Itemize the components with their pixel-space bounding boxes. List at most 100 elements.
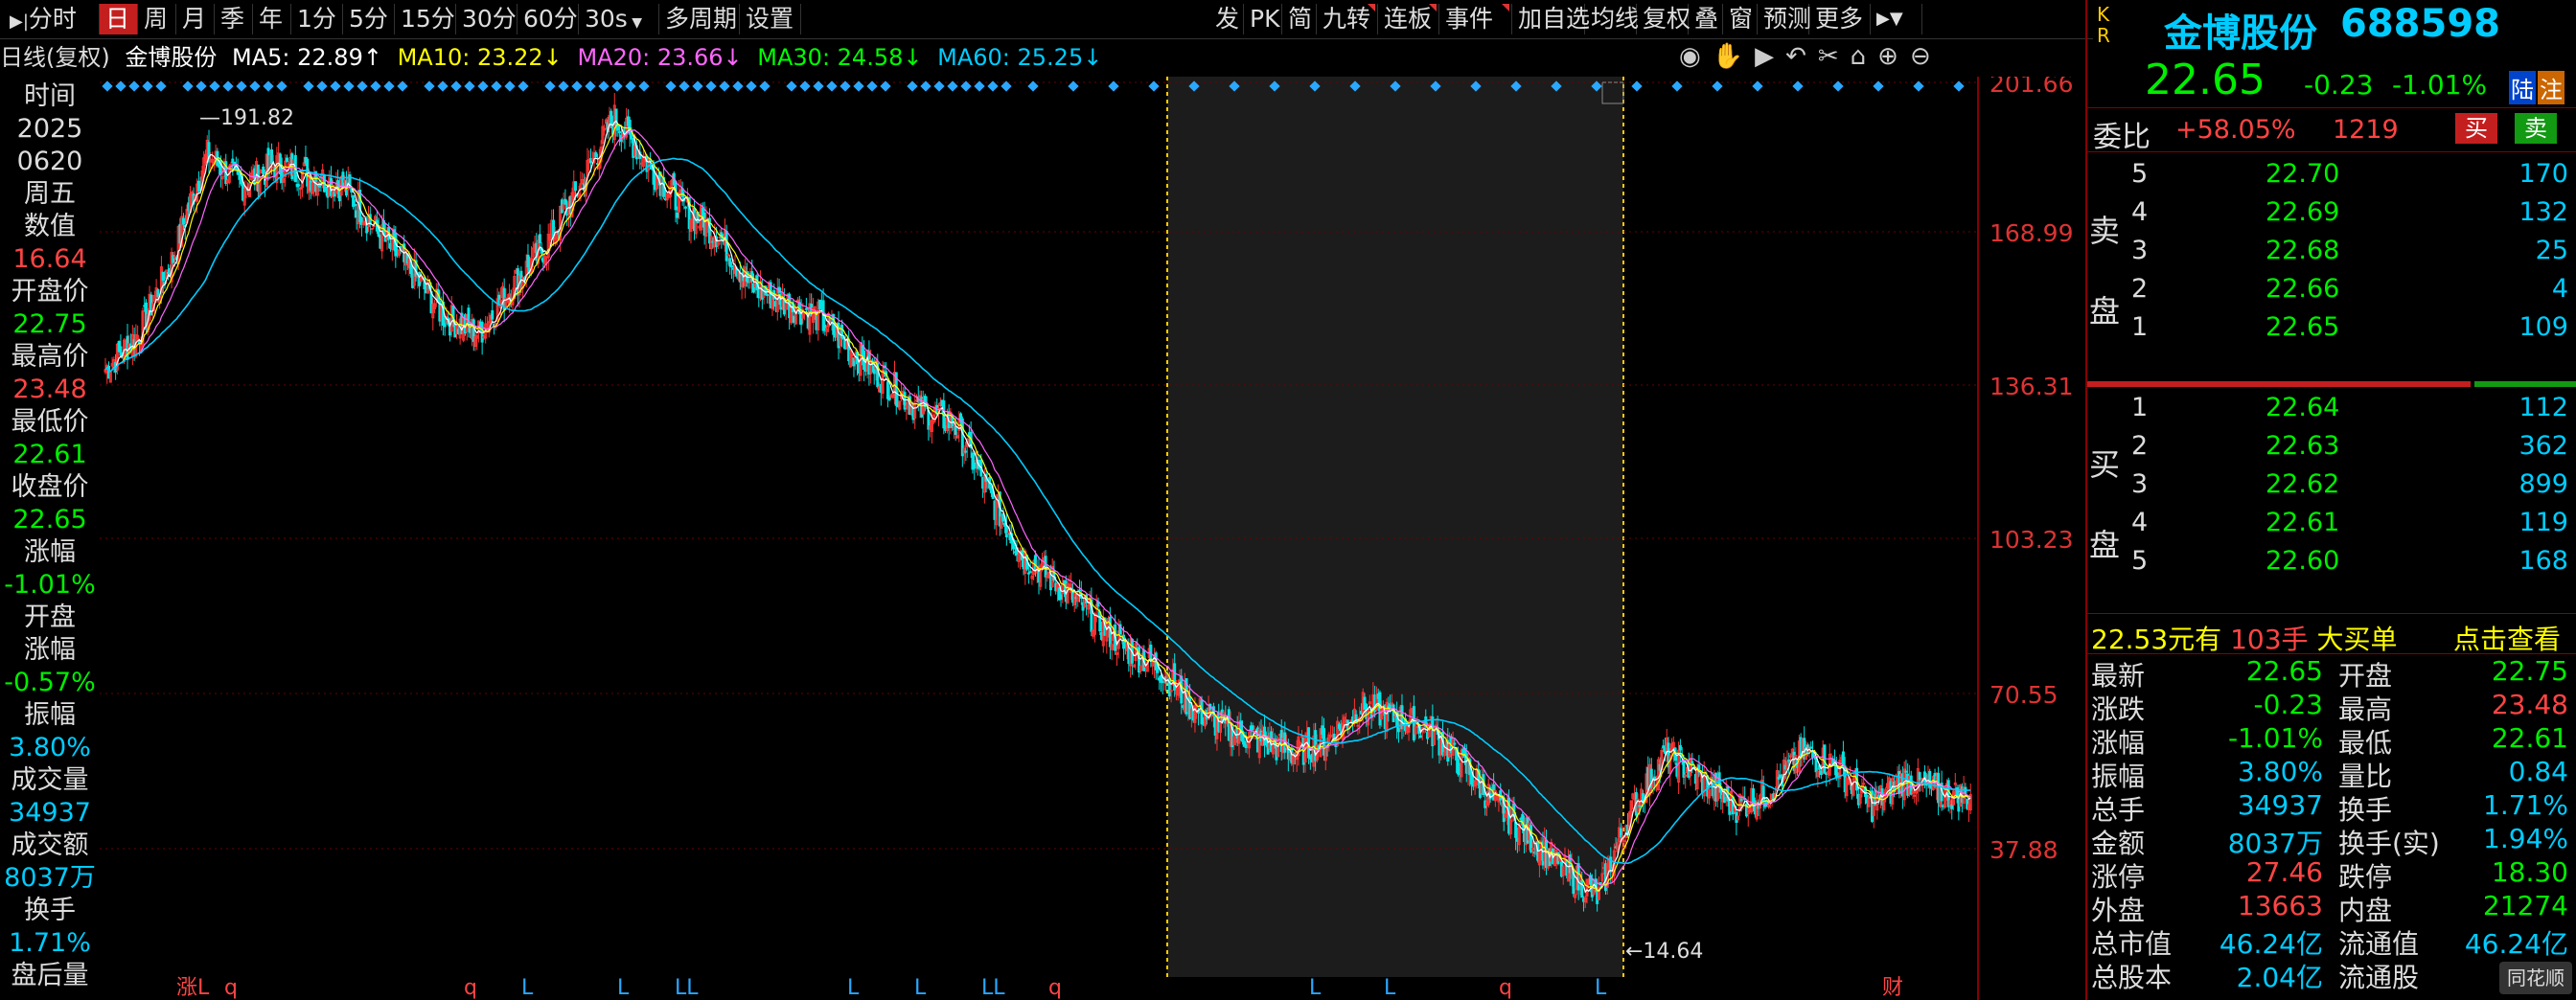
toolbar-btn-label: 均线 (1591, 5, 1640, 33)
zoom-in-icon[interactable]: ⊕ (1877, 42, 1910, 71)
toolbar-btn-12[interactable]: 多周期 (659, 4, 740, 34)
signal-diamond-icon (209, 80, 220, 92)
bids-level-row[interactable]: 3 22.62 899 (2087, 469, 2576, 506)
stat-v2: 1.71% (2483, 789, 2568, 821)
toolbar-btn-label: 简 (1288, 5, 1313, 33)
asks-price: 22.68 (2266, 236, 2340, 265)
signal-diamond-icon (853, 80, 864, 92)
event-marker-icon: L (1309, 976, 1322, 1000)
toolbar-btn-1[interactable]: 日 (100, 4, 138, 34)
stat-v: 22.65 (2245, 655, 2323, 687)
toolbar-btn-11[interactable]: 30s ▼ (579, 4, 659, 34)
asks-level-row[interactable]: 3 22.68 25 (2087, 236, 2576, 272)
stat-v: 13663 (2237, 890, 2323, 921)
toolbar-btn-2[interactable]: 周 (138, 4, 176, 34)
weibi-label: 委比 (2093, 121, 2150, 154)
toolbar-right-btn-3[interactable]: 九转 (1317, 4, 1378, 34)
info-panel-row: 成交额 (11, 830, 89, 860)
asks-level-row[interactable]: 4 22.69 132 (2087, 197, 2576, 234)
toolbar-btn-label: 多周期 (665, 5, 738, 33)
candle-body (262, 166, 265, 174)
bids-level-row[interactable]: 2 22.63 362 (2087, 431, 2576, 467)
toolbar-btn-8[interactable]: 15分 (395, 4, 456, 34)
toolbar-right-btn-4[interactable]: 连板 (1378, 4, 1439, 34)
signal-diamond-icon (222, 80, 234, 92)
bids-price: 22.60 (2266, 546, 2340, 576)
eye-icon[interactable]: ◉ (1679, 42, 1713, 71)
candle-body (726, 254, 730, 257)
kline-chart[interactable]: 201.66 168.99 136.31 103.23 70.55 37.88 —191.8… (100, 77, 2085, 1000)
info-panel-row: 0620 (16, 147, 83, 176)
chart-tool-icons[interactable]: ◉✋▶↶✂⌂⊕⊖ (1679, 42, 1943, 71)
toolbar-right-btn-11[interactable]: 预测 (1758, 4, 1811, 34)
play-icon[interactable]: ▶ (1755, 42, 1785, 71)
info-panel-row: 最高价 (11, 342, 89, 372)
candle-body (1530, 825, 1533, 852)
toolbar-right-btn-0[interactable]: 发 (1209, 4, 1244, 34)
bids-price: 22.61 (2266, 508, 2340, 537)
info-panel-row: 最低价 (11, 407, 89, 437)
signal-diamond-icon (491, 80, 502, 92)
info-panel-row: 涨幅 (24, 635, 76, 665)
registered-badge: 注 (2538, 71, 2564, 104)
ma5-value: MA5: 22.89↑ (232, 44, 382, 71)
bids-level-row[interactable]: 4 22.61 119 (2087, 508, 2576, 544)
toolbar-right-btn-5[interactable]: 事件 (1439, 4, 1512, 34)
candle-body (616, 124, 620, 131)
toolbar-btn-5[interactable]: 年 (253, 4, 291, 34)
stat-v: 8037万 (2227, 828, 2323, 859)
sell-button[interactable]: 卖 (2515, 113, 2557, 144)
toolbar-btn-4[interactable]: 季 (215, 4, 253, 34)
toolbar-btn-label: 月 (182, 5, 207, 33)
big-order-link[interactable]: 点击查看 (2453, 619, 2561, 657)
candle-body (161, 271, 165, 282)
stat-v2: 22.75 (2491, 655, 2568, 687)
asks-level-row[interactable]: 2 22.66 4 (2087, 274, 2576, 310)
candle-body (353, 203, 356, 207)
toolbar-right-btn-8[interactable]: 复权 (1637, 4, 1690, 34)
bids-level-row[interactable]: 5 22.60 168 (2087, 546, 2576, 582)
big-order-row[interactable]: 22.53元有 103手 大买单 (2091, 619, 2397, 657)
toolbar-right-btn-6[interactable]: 加自选 (1512, 4, 1590, 34)
candle-body (964, 450, 968, 453)
expand-panel-button[interactable]: ▶▼ (1871, 4, 1922, 34)
toolbar-btn-9[interactable]: 30分 (456, 4, 518, 34)
signal-diamond-icon (102, 80, 113, 92)
undo-icon[interactable]: ↶ (1785, 42, 1818, 71)
toolbar-btn-0[interactable]: ▶|分时 (4, 4, 100, 34)
stock-name-label: 金博股份 (125, 44, 218, 71)
toolbar-right-btn-10[interactable]: 窗 (1723, 4, 1758, 34)
candle-body (1418, 735, 1422, 739)
buy-button[interactable]: 买 (2455, 113, 2497, 144)
candle-body (1684, 774, 1688, 777)
asks-level-row[interactable]: 1 22.65 109 (2087, 312, 2576, 349)
signal-diamond-icon (1108, 80, 1119, 92)
toolbar-right-btn-12[interactable]: 更多 (1809, 4, 1871, 34)
stat-l: 总手 (2091, 794, 2146, 826)
lock-icon[interactable]: ⌂ (1851, 42, 1878, 71)
toolbar-btn-10[interactable]: 60分 (518, 4, 579, 34)
candle-body (1580, 879, 1584, 898)
stat-v: 34937 (2237, 789, 2323, 821)
toolbar-btn-6[interactable]: 1分 (291, 4, 343, 34)
toolbar-right-btn-1[interactable]: PK (1244, 4, 1282, 34)
toolbar-btn-7[interactable]: 5分 (343, 4, 395, 34)
toolbar-btn-label: 发 (1215, 5, 1240, 33)
asks-level-row[interactable]: 5 22.70 170 (2087, 159, 2576, 195)
period-label[interactable]: 日线(复权) (0, 44, 110, 71)
hand-icon[interactable]: ✋ (1713, 42, 1755, 71)
bids-level-row[interactable]: 1 22.64 112 (2087, 393, 2576, 429)
toolbar-right-btn-7[interactable]: 均线 (1585, 4, 1640, 34)
candle-body (1392, 704, 1395, 722)
toolbar-right-btn-9[interactable]: 叠 (1689, 4, 1723, 34)
big-order-price: 22.53 (2091, 624, 2169, 655)
toolbar-btn-13[interactable]: 设置 (740, 4, 801, 34)
price-tick-label: 136.31 (1990, 373, 2073, 400)
scissors-icon[interactable]: ✂ (1818, 42, 1851, 71)
toolbar-btn-3[interactable]: 月 (176, 4, 215, 34)
signal-diamond-icon (303, 80, 314, 92)
toolbar-right-btn-2[interactable]: 简 (1282, 4, 1317, 34)
candle-body (674, 181, 678, 211)
zoom-out-icon[interactable]: ⊖ (1910, 42, 1943, 71)
candle-body (467, 307, 471, 326)
